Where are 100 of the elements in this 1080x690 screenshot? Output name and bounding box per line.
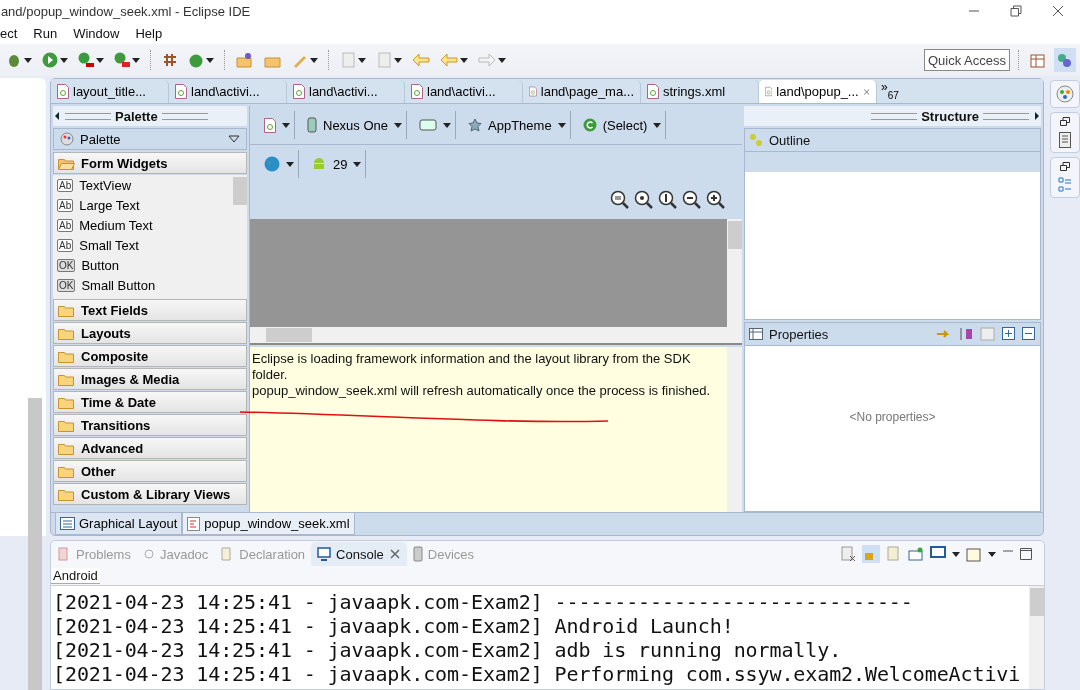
palette-category[interactable]: Transitions	[53, 414, 247, 436]
activity-dropdown[interactable]: (Select)	[578, 111, 667, 139]
monitor-icon	[317, 547, 332, 561]
palette-category[interactable]: Form Widgets	[53, 152, 247, 174]
caret-icon[interactable]	[310, 57, 318, 63]
editor-tab[interactable]: land\activi...	[405, 80, 523, 103]
palette-item[interactable]: Ab Small Text	[53, 235, 232, 255]
caret-icon[interactable]	[358, 57, 366, 63]
caret-icon[interactable]	[557, 122, 566, 128]
loading-message: popup_window_seek.xml will refresh automatically once the process is finished.	[252, 383, 712, 399]
editor-tab[interactable]: layout_title...	[51, 80, 169, 103]
console-line: [2021-04-23 14:25:41 - javaapk.com-Exam2] adb is running normally.	[53, 638, 843, 662]
palette-category[interactable]: Layouts	[53, 322, 247, 344]
caret-icon[interactable]	[206, 57, 214, 63]
pin-icon[interactable]	[908, 547, 924, 561]
play-icon[interactable]	[78, 52, 94, 68]
caret-icon[interactable]	[353, 161, 362, 167]
grip-handle[interactable]	[161, 112, 208, 120]
caret-icon[interactable]	[394, 122, 403, 128]
editor-tab[interactable]: land\popup_...	[759, 80, 877, 103]
play-icon[interactable]	[42, 52, 58, 68]
close-icon[interactable]	[388, 548, 401, 560]
palette-category[interactable]: Other	[53, 460, 247, 482]
folder-icon	[58, 487, 75, 501]
folder-icon	[58, 464, 75, 478]
editor-tab[interactable]: land\activi...	[287, 80, 405, 103]
editor-bottom-tab[interactable]: Graphical Layout	[55, 513, 183, 535]
zoom-fit-icon[interactable]	[610, 190, 630, 210]
console-name: Android	[51, 568, 100, 584]
folder-icon	[58, 441, 75, 455]
palette-category[interactable]: Time & Date	[53, 391, 247, 413]
zoom-out-icon[interactable]	[682, 190, 702, 210]
maximize-icon[interactable]	[1020, 548, 1032, 560]
collapse-left-icon[interactable]	[53, 111, 61, 121]
restore-icon[interactable]	[1060, 162, 1070, 171]
editor-tab[interactable]: land\activi...	[169, 80, 287, 103]
palette-icon[interactable]	[1056, 85, 1074, 103]
caret-icon[interactable]	[460, 57, 468, 63]
palette-item[interactable]: Ab TextView	[53, 175, 232, 195]
zoom-in-icon[interactable]	[706, 190, 726, 210]
menu-item[interactable]: Run	[33, 25, 58, 41]
menu-item[interactable]: Window	[73, 25, 120, 41]
caret-icon[interactable]	[498, 57, 506, 63]
palette-category[interactable]: Advanced	[53, 437, 247, 459]
console-line: [2021-04-23 14:25:41 - javaapk.com-Exam2] ------------------------------	[53, 590, 914, 614]
expand-all-icon[interactable]	[1002, 327, 1016, 341]
document-icon[interactable]	[1059, 132, 1071, 148]
folder-icon	[58, 326, 75, 340]
palette-category[interactable]: Composite	[53, 345, 247, 367]
collapse-all-icon[interactable]	[1022, 327, 1036, 341]
caret-icon[interactable]	[132, 57, 140, 63]
empty-properties-text: <No properties>	[848, 408, 937, 426]
android-file-icon	[175, 84, 187, 99]
close-icon[interactable]	[1052, 5, 1064, 17]
restore-icon[interactable]	[1010, 5, 1022, 17]
palette-dropdown[interactable]: Palette	[53, 128, 247, 150]
theme-dropdown[interactable]: AppTheme	[464, 111, 571, 139]
android-robot-icon	[311, 156, 327, 172]
editor-tab[interactable]: land\page_ma...	[523, 80, 641, 103]
caret-icon[interactable]	[443, 122, 452, 128]
caret-icon[interactable]	[60, 57, 68, 63]
api-level-dropdown[interactable]: 29	[307, 150, 367, 178]
editor-tab[interactable]: strings.xml	[641, 80, 759, 103]
expand-right-icon[interactable]	[1033, 111, 1041, 121]
play-icon[interactable]	[114, 52, 130, 68]
grip-handle[interactable]	[65, 112, 111, 120]
caret-icon[interactable]	[394, 57, 402, 63]
caret-icon[interactable]	[96, 57, 104, 63]
view-tab[interactable]: Console	[311, 542, 407, 566]
caret-icon[interactable]	[952, 551, 960, 557]
button-widget-icon: OK	[57, 258, 76, 272]
caret-icon[interactable]	[282, 122, 290, 128]
menu-item[interactable]: ect	[0, 25, 18, 41]
editor-bottom-tab[interactable]: popup_window_seek.xml	[182, 513, 355, 535]
caret-icon[interactable]	[286, 161, 294, 167]
palette-item[interactable]: OK Button	[53, 255, 232, 275]
palette-item[interactable]: OK Small Button	[53, 275, 232, 295]
device-dropdown[interactable]: Nexus One	[303, 111, 408, 139]
caret-icon[interactable]	[24, 57, 32, 63]
zoom-100-icon[interactable]	[658, 190, 678, 210]
folder-icon	[58, 395, 75, 409]
menu-item[interactable]: Help	[135, 25, 163, 41]
caret-icon[interactable]	[653, 122, 662, 128]
layout-icon	[60, 517, 75, 530]
clear-console-icon[interactable]	[840, 546, 856, 562]
palette-category[interactable]: Text Fields	[53, 299, 247, 321]
zoom-real-size-icon[interactable]	[634, 190, 654, 210]
restore-icon[interactable]	[1060, 117, 1070, 126]
android-file-icon	[264, 117, 276, 133]
palette-item[interactable]: Ab Medium Text	[53, 215, 232, 235]
palette-category[interactable]: Images & Media	[53, 368, 247, 390]
text-widget-icon: Ab	[57, 178, 74, 192]
outline-icon[interactable]	[1058, 177, 1072, 193]
quick-access-field[interactable]: Quick Access	[924, 49, 1010, 71]
grip-handle[interactable]	[983, 112, 1029, 120]
palette-item[interactable]: Ab Large Text	[53, 195, 232, 215]
grip-handle[interactable]	[871, 112, 918, 120]
caret-icon[interactable]	[988, 551, 996, 557]
palette-category[interactable]: Custom & Library Views	[53, 483, 247, 505]
refresh-circle-icon	[582, 118, 597, 132]
